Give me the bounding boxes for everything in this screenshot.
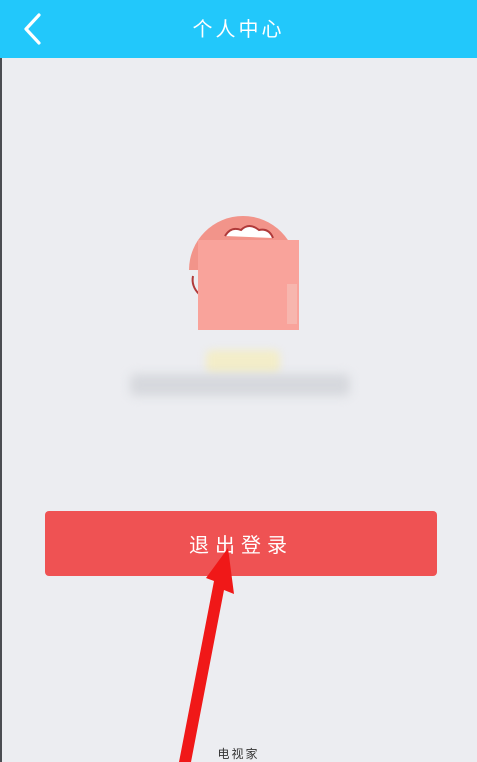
blurred-nickname <box>206 350 280 374</box>
back-button[interactable] <box>14 9 54 49</box>
left-edge-strip <box>0 58 2 762</box>
page-title: 个人中心 <box>192 17 285 41</box>
screen: 个人中心 退出登录 电视家 <box>0 0 477 762</box>
avatar[interactable] <box>187 214 299 330</box>
blurred-user-id <box>130 374 350 396</box>
header-bar: 个人中心 <box>0 0 477 58</box>
chevron-left-icon <box>24 13 41 45</box>
cartoon-avatar-icon <box>189 216 299 330</box>
logout-button[interactable]: 退出登录 <box>45 511 437 576</box>
watermark-text: 电视家 <box>217 747 260 761</box>
